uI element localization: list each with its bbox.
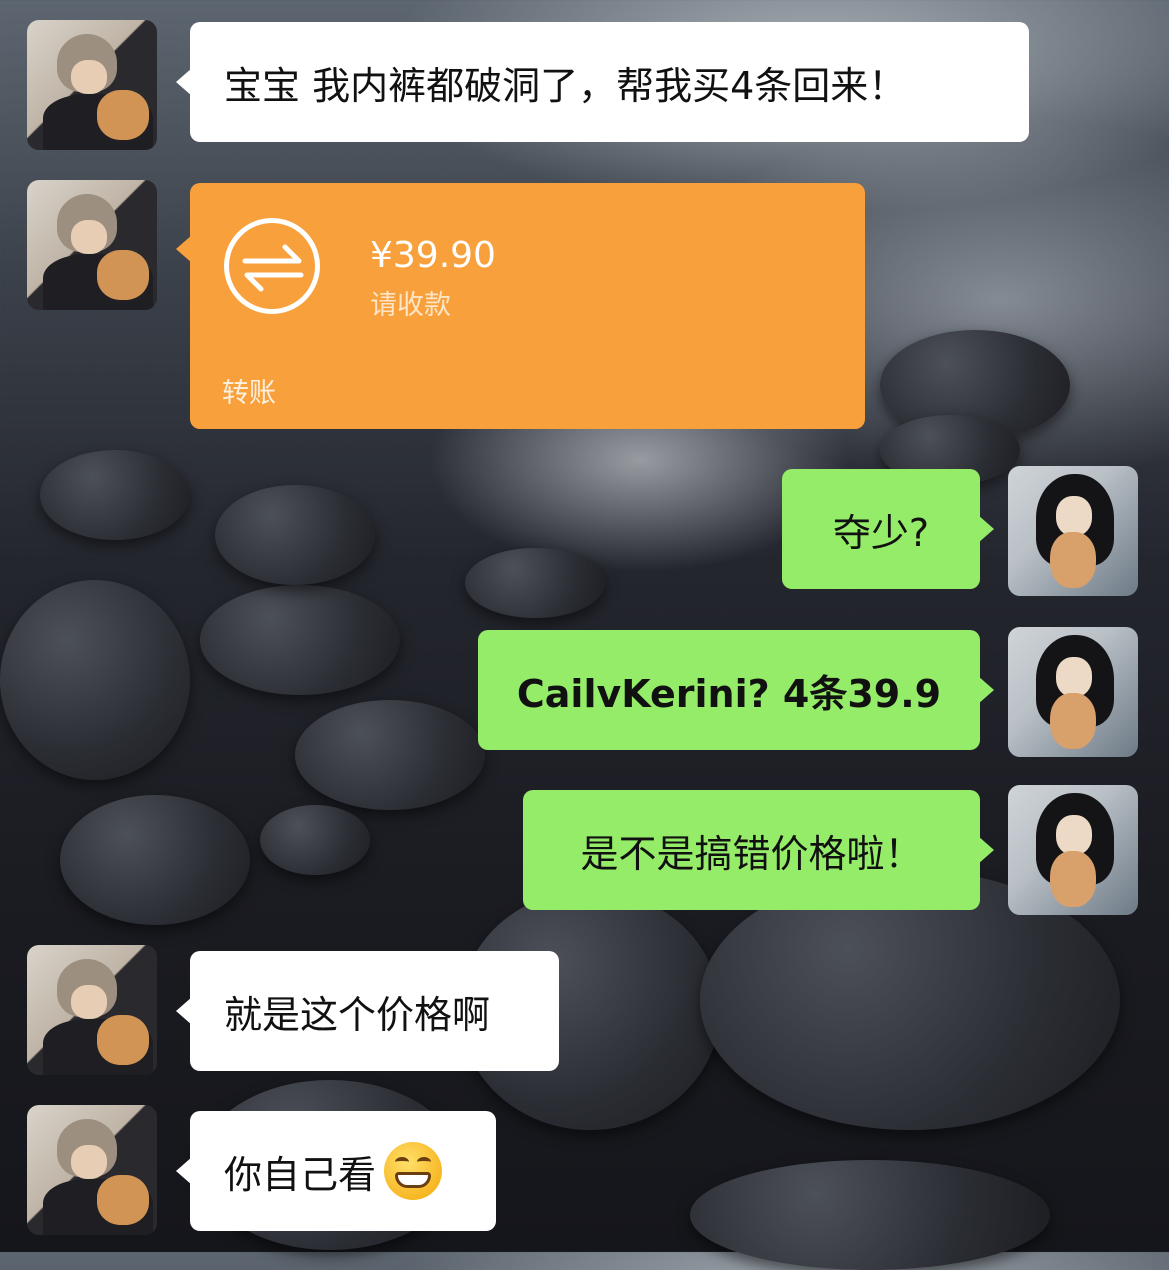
message-text: 夺少? <box>832 510 930 555</box>
rock <box>260 805 370 875</box>
message-bubble[interactable]: 你自己看 <box>176 1111 496 1231</box>
transfer-label: 转账 <box>222 378 276 409</box>
rock <box>0 580 190 780</box>
message-bubble[interactable]: CailvKerini? 4条39.9 <box>478 630 994 750</box>
contact-avatar[interactable] <box>27 1105 157 1235</box>
my-avatar[interactable] <box>1008 466 1138 596</box>
message-text: 是不是搞错价格啦！ <box>580 831 923 876</box>
contact-avatar[interactable] <box>27 945 157 1075</box>
transfer-amount: ¥39.90 <box>370 235 496 276</box>
message-text: 宝宝 我内裤都破洞了，帮我买4条回来！ <box>224 63 907 108</box>
contact-avatar[interactable] <box>27 180 157 310</box>
message-text: CailvKerini? 4条39.9 <box>516 671 942 716</box>
message-bubble[interactable]: 夺少? <box>782 469 994 589</box>
message-bubble[interactable]: 宝宝 我内裤都破洞了，帮我买4条回来！ <box>176 22 1029 142</box>
rock <box>40 450 190 540</box>
grinning-squint-emoji <box>384 1142 443 1200</box>
message-text: 你自己看 <box>224 1152 377 1197</box>
rock <box>60 795 250 925</box>
message-text: 就是这个价格啊 <box>224 992 491 1037</box>
rock <box>465 548 605 618</box>
message-bubble[interactable]: 就是这个价格啊 <box>176 951 559 1071</box>
transfer-arrows-icon <box>224 218 320 314</box>
rock <box>200 585 400 695</box>
message-bubble[interactable]: 是不是搞错价格啦！ <box>523 790 994 910</box>
my-avatar[interactable] <box>1008 627 1138 757</box>
my-avatar[interactable] <box>1008 785 1138 915</box>
transfer-status: 请收款 <box>370 290 451 321</box>
rock <box>215 485 375 585</box>
rock <box>295 700 485 810</box>
contact-avatar[interactable] <box>27 20 157 150</box>
transfer-card[interactable]: ¥39.90 请收款 转账 <box>176 183 865 429</box>
rock <box>690 1160 1050 1270</box>
